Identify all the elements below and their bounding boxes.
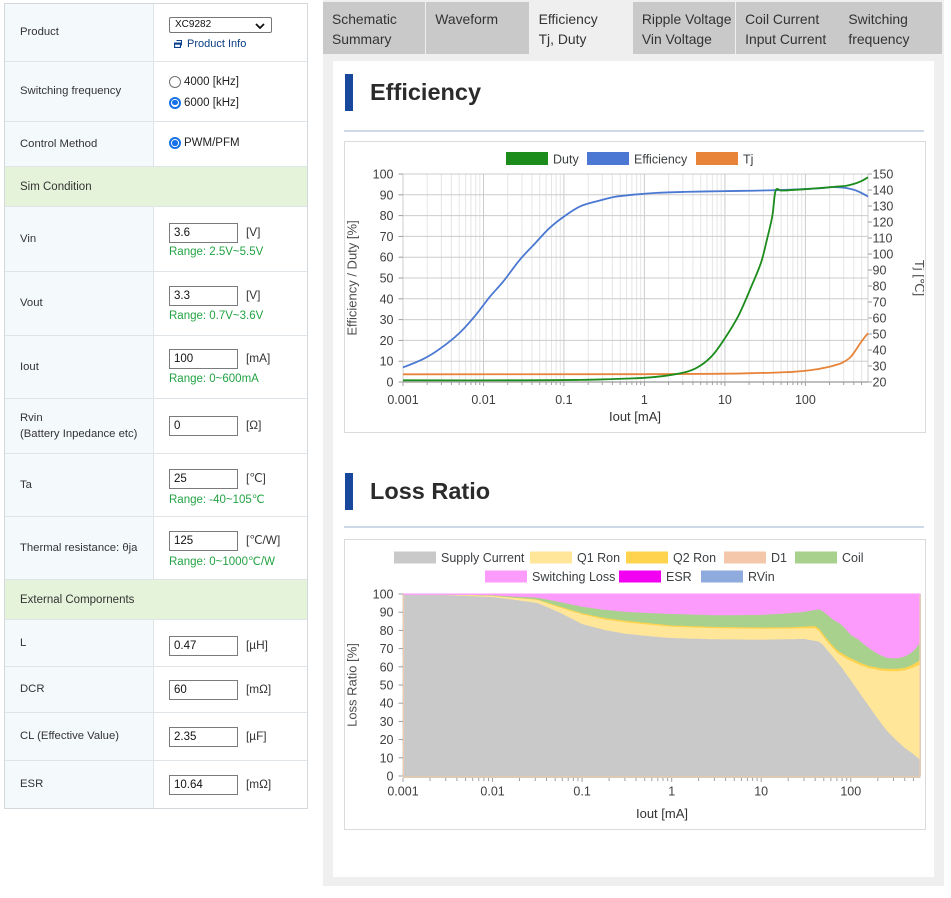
svg-text:Supply Current: Supply Current	[441, 551, 525, 565]
svg-text:80: 80	[380, 624, 394, 638]
svg-text:50: 50	[380, 272, 394, 286]
svg-text:50: 50	[380, 679, 394, 693]
svg-text:20: 20	[380, 733, 394, 747]
svg-text:60: 60	[873, 312, 887, 326]
svg-text:Iout [mA]: Iout [mA]	[609, 409, 661, 424]
svg-text:10: 10	[754, 785, 768, 799]
svg-text:0: 0	[387, 770, 394, 784]
svg-text:100: 100	[873, 248, 894, 262]
svg-text:130: 130	[873, 200, 894, 214]
svg-text:150: 150	[873, 168, 894, 182]
svg-text:90: 90	[873, 264, 887, 278]
svg-text:Q1 Ron: Q1 Ron	[577, 551, 620, 565]
svg-text:80: 80	[380, 209, 394, 223]
svg-text:0.001: 0.001	[387, 393, 418, 407]
svg-text:1: 1	[641, 393, 648, 407]
svg-text:70: 70	[873, 296, 887, 310]
svg-text:Loss Ratio [%]: Loss Ratio [%]	[345, 643, 360, 727]
svg-text:30: 30	[873, 360, 887, 374]
svg-text:60: 60	[380, 660, 394, 674]
svg-text:110: 110	[873, 232, 893, 246]
svg-text:100: 100	[840, 785, 861, 799]
svg-text:RVin: RVin	[748, 570, 775, 584]
svg-text:0.001: 0.001	[387, 785, 418, 799]
svg-text:Tj: Tj	[743, 153, 753, 167]
svg-text:Duty: Duty	[553, 153, 579, 167]
svg-text:100: 100	[373, 588, 394, 602]
svg-text:Tj [℃]: Tj [℃]	[912, 260, 924, 296]
svg-text:10: 10	[718, 393, 732, 407]
svg-text:0.01: 0.01	[471, 393, 495, 407]
svg-text:0.01: 0.01	[480, 785, 504, 799]
svg-text:100: 100	[373, 168, 394, 182]
svg-text:Efficiency / Duty [%]: Efficiency / Duty [%]	[345, 220, 360, 335]
svg-text:10: 10	[380, 751, 394, 765]
svg-text:0.1: 0.1	[555, 393, 572, 407]
svg-text:30: 30	[380, 313, 394, 327]
svg-text:140: 140	[873, 184, 894, 198]
svg-text:40: 40	[380, 292, 394, 306]
svg-text:D1: D1	[771, 551, 787, 565]
svg-text:120: 120	[873, 216, 894, 230]
svg-text:30: 30	[380, 715, 394, 729]
svg-text:20: 20	[873, 376, 887, 390]
svg-text:Iout [mA]: Iout [mA]	[636, 806, 688, 821]
svg-text:70: 70	[380, 642, 394, 656]
svg-text:Efficiency: Efficiency	[634, 153, 688, 167]
svg-text:20: 20	[380, 334, 394, 348]
svg-text:0.1: 0.1	[573, 785, 590, 799]
svg-text:100: 100	[795, 393, 816, 407]
svg-text:40: 40	[380, 697, 394, 711]
svg-text:90: 90	[380, 188, 394, 202]
svg-text:90: 90	[380, 606, 394, 620]
svg-text:40: 40	[873, 344, 887, 358]
svg-text:Switching Loss: Switching Loss	[532, 570, 615, 584]
svg-text:ESR: ESR	[666, 570, 692, 584]
svg-text:0: 0	[387, 376, 394, 390]
svg-text:60: 60	[380, 251, 394, 265]
svg-text:Q2 Ron: Q2 Ron	[673, 551, 716, 565]
svg-text:80: 80	[873, 280, 887, 294]
svg-text:Coil: Coil	[842, 551, 864, 565]
svg-text:10: 10	[380, 355, 394, 369]
svg-text:50: 50	[873, 328, 887, 342]
svg-text:70: 70	[380, 230, 394, 244]
svg-text:1: 1	[668, 785, 675, 799]
